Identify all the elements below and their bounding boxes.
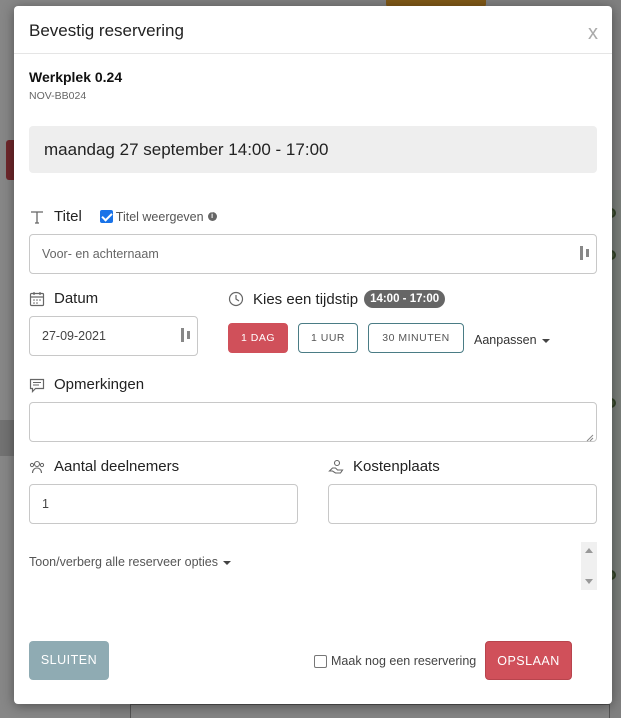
participants-label: Aantal deelnemers — [54, 458, 180, 475]
workplace-code: NOV-BB024 — [29, 90, 87, 102]
caret-down-icon — [223, 560, 231, 565]
time-label: Kies een tijdstip — [253, 290, 359, 308]
date-label: Datum — [54, 290, 99, 307]
caret-down-icon — [541, 338, 550, 343]
text-icon — [29, 209, 45, 225]
customize-dropdown[interactable]: Aanpassen — [474, 333, 550, 347]
show-title-toggle[interactable]: Titel weergeven i — [99, 209, 217, 224]
info-icon[interactable]: i — [207, 212, 217, 221]
close-icon[interactable]: x — [588, 22, 598, 45]
another-reservation-label: Maak nog een reservering — [331, 654, 477, 668]
title-input-placeholder: Voor- en achternaam — [42, 247, 159, 261]
hand-coin-icon — [328, 459, 344, 475]
time-label-row: Kies een tijdstip 14:00 - 17:00 — [228, 290, 446, 308]
save-button[interactable]: OPSLAAN — [485, 641, 572, 680]
show-title-checkbox[interactable] — [99, 210, 113, 223]
close-button[interactable]: SLUITEN — [29, 641, 109, 680]
scroll-down-icon[interactable] — [585, 579, 593, 584]
reservation-date-text: maandag 27 september 14:00 - 17:00 — [44, 140, 329, 159]
customize-label: Aanpassen — [474, 333, 537, 347]
calendar-icon — [29, 291, 45, 307]
date-label-row: Datum — [29, 290, 98, 307]
remarks-textarea[interactable] — [29, 402, 597, 442]
modal-header: Bevestig reservering x — [14, 6, 612, 54]
remarks-label-row: Opmerkingen — [29, 376, 144, 393]
modal-title: Bevestig reservering — [29, 21, 184, 40]
participants-value: 1 — [42, 497, 49, 511]
time-badge: 14:00 - 17:00 — [364, 290, 446, 308]
title-input[interactable]: Voor- en achternaam — [29, 234, 597, 274]
another-reservation-checkbox[interactable] — [314, 654, 327, 668]
reservation-date-banner: maandag 27 september 14:00 - 17:00 — [29, 126, 597, 173]
clock-icon — [228, 291, 244, 307]
workplace-name: Werkplek 0.24 — [29, 69, 123, 85]
date-input[interactable]: 27-09-2021 — [29, 316, 198, 356]
cost-center-label-row: Kostenplaats — [328, 458, 440, 475]
participants-label-row: Aantal deelnemers — [29, 458, 179, 475]
comment-icon — [29, 377, 45, 393]
reservation-modal: Bevestig reservering x Werkplek 0.24 NOV… — [14, 6, 612, 704]
duration-1-day-button[interactable]: 1 DAG — [228, 323, 288, 353]
options-scrollbar[interactable] — [581, 542, 597, 590]
title-label-row: Titel Titel weergeven i — [29, 208, 217, 225]
input-handle-icon — [181, 328, 191, 342]
resize-grip-icon[interactable] — [586, 431, 594, 442]
toggle-options-label: Toon/verberg alle reserveer opties — [29, 555, 218, 569]
people-icon — [29, 459, 45, 475]
toggle-options-link[interactable]: Toon/verberg alle reserveer opties — [29, 555, 231, 569]
cost-center-label: Kostenplaats — [353, 458, 440, 475]
duration-1-hour-button[interactable]: 1 UUR — [298, 323, 358, 353]
date-value: 27-09-2021 — [42, 329, 106, 343]
cost-center-input[interactable] — [328, 484, 597, 524]
duration-30-min-button[interactable]: 30 MINUTEN — [368, 323, 464, 353]
input-handle-icon — [580, 246, 590, 260]
scroll-up-icon[interactable] — [585, 548, 593, 553]
remarks-label: Opmerkingen — [54, 376, 145, 393]
participants-input[interactable]: 1 — [29, 484, 298, 524]
title-label: Titel — [54, 208, 82, 225]
show-title-label: Titel weergeven — [115, 209, 204, 224]
another-reservation-toggle[interactable]: Maak nog een reservering — [314, 654, 476, 668]
